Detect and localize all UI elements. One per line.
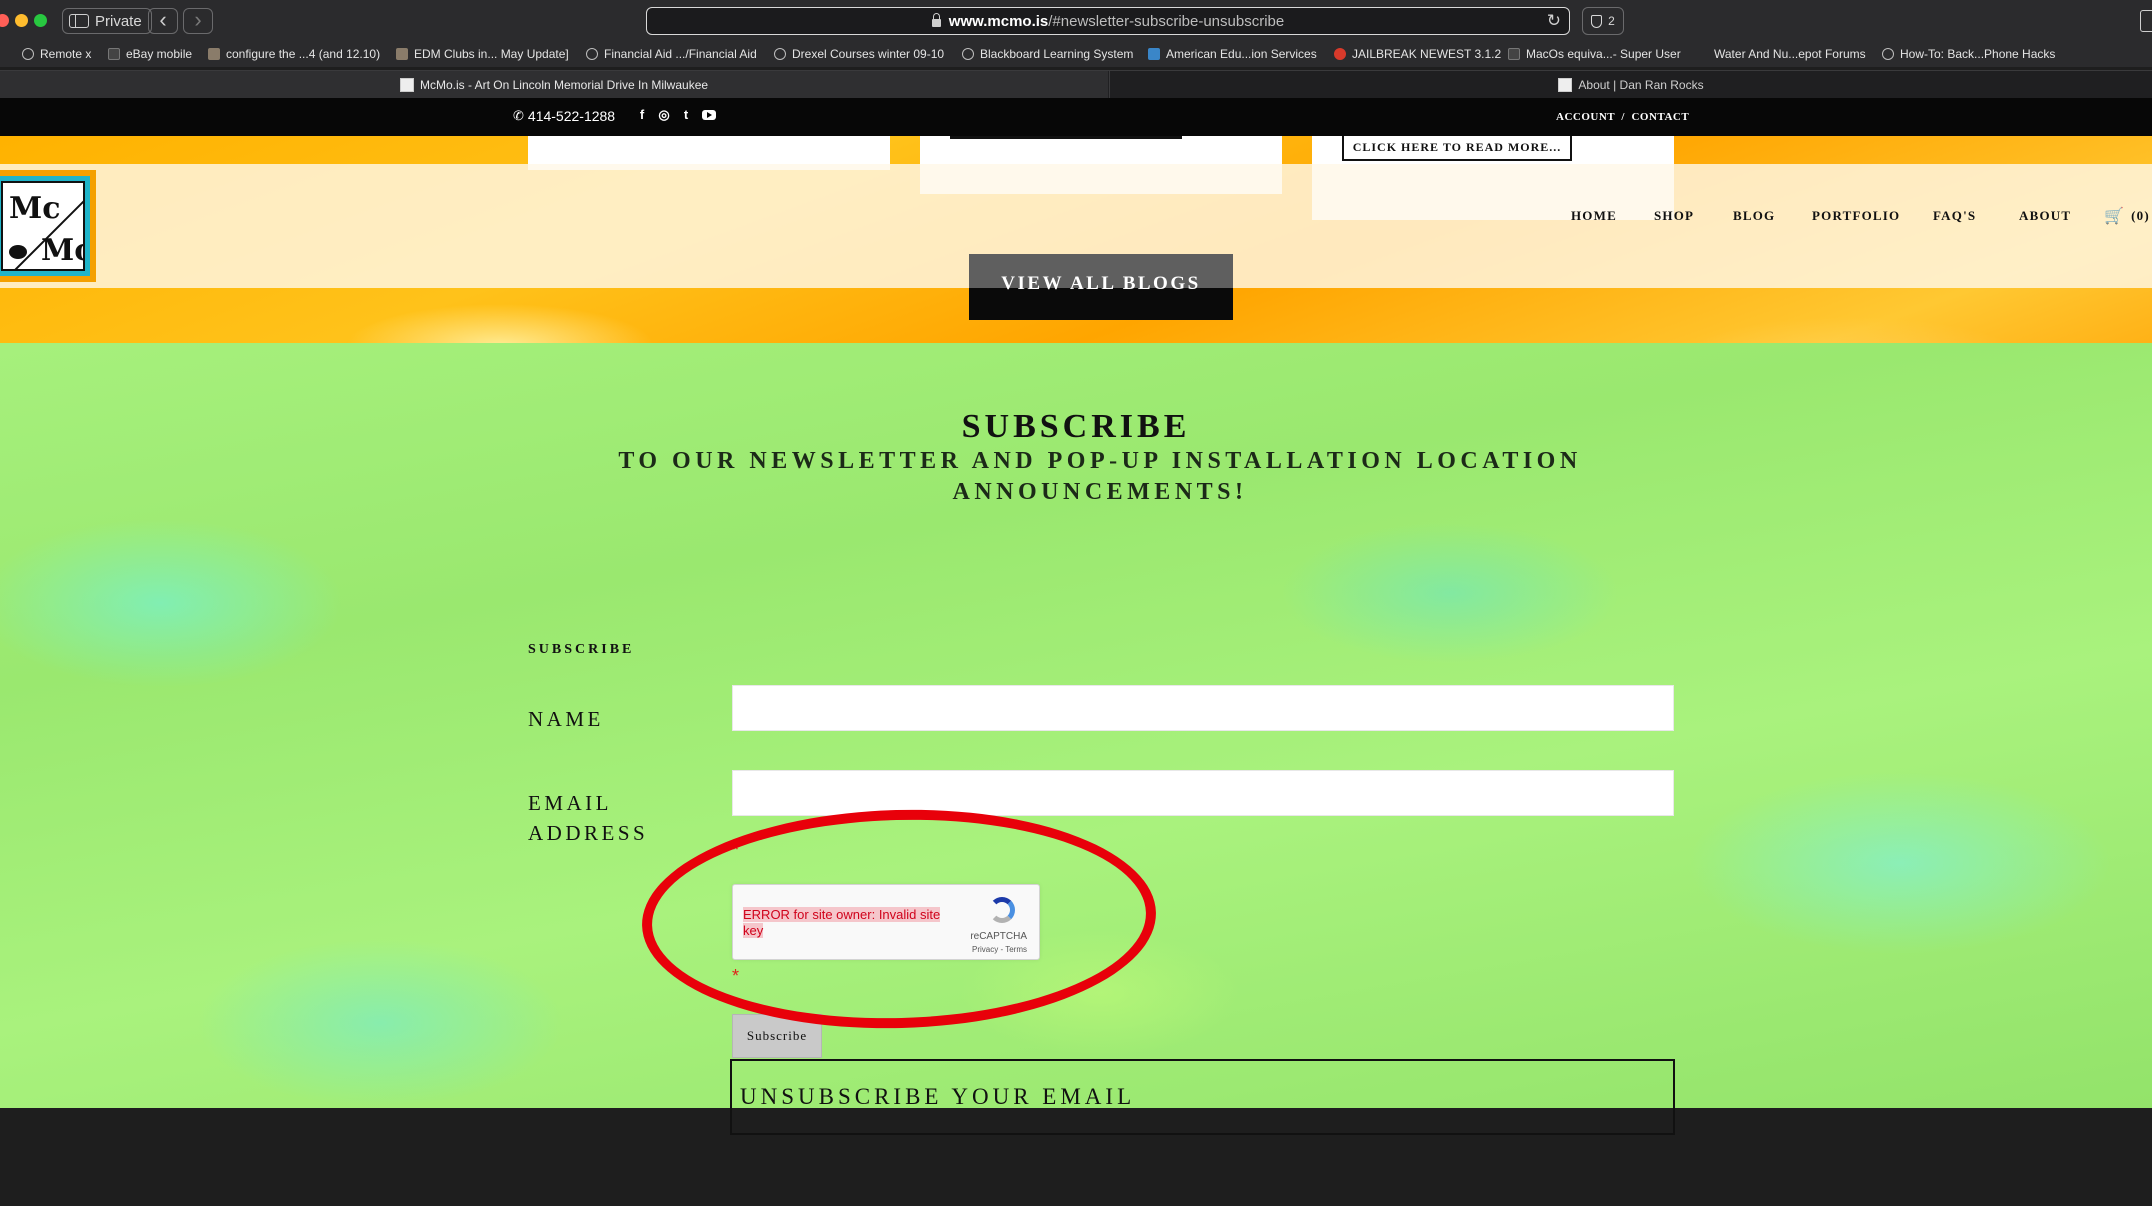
chevron-right-icon: › [194,7,202,32]
site-topbar: ✆ 414-522-1288 f ◎ t ACCOUNT / CONTACT [0,98,2152,136]
name-label: NAME [528,707,604,731]
bookmark-item[interactable]: EDM Clubs in... May Update] [396,47,569,61]
view-all-blogs-button[interactable]: VIEW ALL BLOGS [969,254,1233,320]
phone-icon: ✆ [513,108,524,123]
link-separator: / [1621,111,1625,123]
name-input[interactable] [732,685,1674,731]
chevron-left-icon: ‹ [159,7,167,32]
email-label: EMAIL ADDRESS [528,791,649,845]
read-more-button[interactable]: CLICK HERE TO READ MORE... [1342,136,1572,161]
bookmark-item[interactable]: JAILBREAK NEWEST 3.1.2 [1334,47,1501,61]
twitter-icon[interactable]: t [680,107,692,123]
bookmarks-bar: Remote x eBay mobile configure the ...4 … [0,41,2152,67]
globe-icon [962,48,974,60]
zoom-window-button[interactable] [34,14,47,27]
tab-bar: McMo.is - Art On Lincoln Memorial Drive … [0,70,2152,99]
phone-link[interactable]: ✆ 414-522-1288 [513,108,615,124]
favicon-icon [399,78,414,92]
subscribe-title: SUBSCRIBE [961,408,1191,445]
nav-home[interactable]: HOME [1571,208,1617,224]
youtube-icon[interactable] [702,110,716,120]
globe-icon [1882,48,1894,60]
cart-icon: 🛒 [2104,208,2126,225]
social-links: f ◎ t [636,107,716,123]
nav-shop[interactable]: SHOP [1654,208,1694,224]
form-heading: SUBSCRIBE [528,642,635,657]
nav-portfolio[interactable]: PORTFOLIO [1812,208,1900,224]
bookmark-item[interactable]: Remote x [22,47,91,61]
blog-card-button-edge [950,136,1182,139]
private-label: Private [95,12,142,30]
nav-about[interactable]: ABOUT [2019,208,2071,224]
bookmark-item[interactable]: eBay mobile [108,47,192,61]
account-links: ACCOUNT / CONTACT [1556,111,1689,123]
cart-count: (0) I [2131,208,2152,223]
logo-shape [9,245,27,259]
logo-text: Mc [9,191,61,226]
site-icon [396,48,408,60]
nav-faqs[interactable]: FAQ'S [1933,208,1976,224]
bookmark-item[interactable]: MacOs equiva...- Super User [1508,47,1681,61]
reload-icon[interactable]: ↻ [1547,11,1561,31]
url-host: www.mcmo.is [948,12,1049,30]
bookmark-item[interactable]: Blackboard Learning System [962,47,1133,61]
site-icon [1334,48,1346,60]
extension-count: 2 [1608,14,1615,28]
close-window-button[interactable] [0,14,9,27]
site-icon [1508,48,1520,60]
url-path: /#newsletter-subscribe-unsubscribe [1048,12,1285,30]
contact-link[interactable]: CONTACT [1631,111,1689,123]
lock-icon [931,13,941,27]
favicon-icon [1558,78,1573,92]
subscribe-subtitle: TO OUR NEWSLETTER AND POP-UP INSTALLATIO… [618,448,1582,505]
ebay-icon [108,48,120,60]
sidebar-icon [69,14,89,28]
globe-icon [774,48,786,60]
unsubscribe-email-link[interactable]: UNSUBSCRIBE YOUR EMAIL [730,1059,1675,1135]
bookmark-item[interactable]: Water And Nu...epot Forums [1714,47,1866,61]
forward-button[interactable]: › [183,8,213,34]
account-link[interactable]: ACCOUNT [1556,111,1615,123]
browser-toolbar: Private ‹ › www.mcmo.is /#newsletter-sub… [0,0,2152,41]
back-button[interactable]: ‹ [148,8,178,34]
globe-icon [586,48,598,60]
shield-icon [1591,14,1603,28]
logo-text: Mo [41,233,83,268]
nav-cart[interactable]: 🛒 (0) I [2104,206,2152,226]
address-bar[interactable]: www.mcmo.is /#newsletter-subscribe-unsub… [646,7,1570,35]
bookmark-item[interactable]: American Edu...ion Services [1148,47,1317,61]
bookmark-item[interactable]: How-To: Back...Phone Hacks [1882,47,2055,61]
bookmark-item[interactable]: Financial Aid .../Financial Aid [586,47,757,61]
facebook-icon[interactable]: f [636,107,648,123]
site-icon [1148,48,1160,60]
tab-about[interactable]: About | Dan Ran Rocks [1109,71,2152,99]
instagram-icon[interactable]: ◎ [658,107,670,123]
share-icon[interactable] [2140,10,2152,32]
site-icon [208,48,220,60]
site-logo[interactable]: Mc Mo [0,170,96,282]
tab-mcmo[interactable]: McMo.is - Art On Lincoln Memorial Drive … [0,71,1108,99]
sidebar-toggle-button[interactable]: Private [62,8,152,34]
minimize-window-button[interactable] [15,14,28,27]
bookmark-item[interactable]: configure the ...4 (and 12.10) [208,47,380,61]
bookmark-item[interactable]: Drexel Courses winter 09-10 [774,47,944,61]
email-input[interactable] [732,770,1674,816]
nav-blog[interactable]: BLOG [1733,208,1775,224]
privacy-shield-button[interactable]: 2 [1582,7,1624,35]
globe-icon [22,48,34,60]
